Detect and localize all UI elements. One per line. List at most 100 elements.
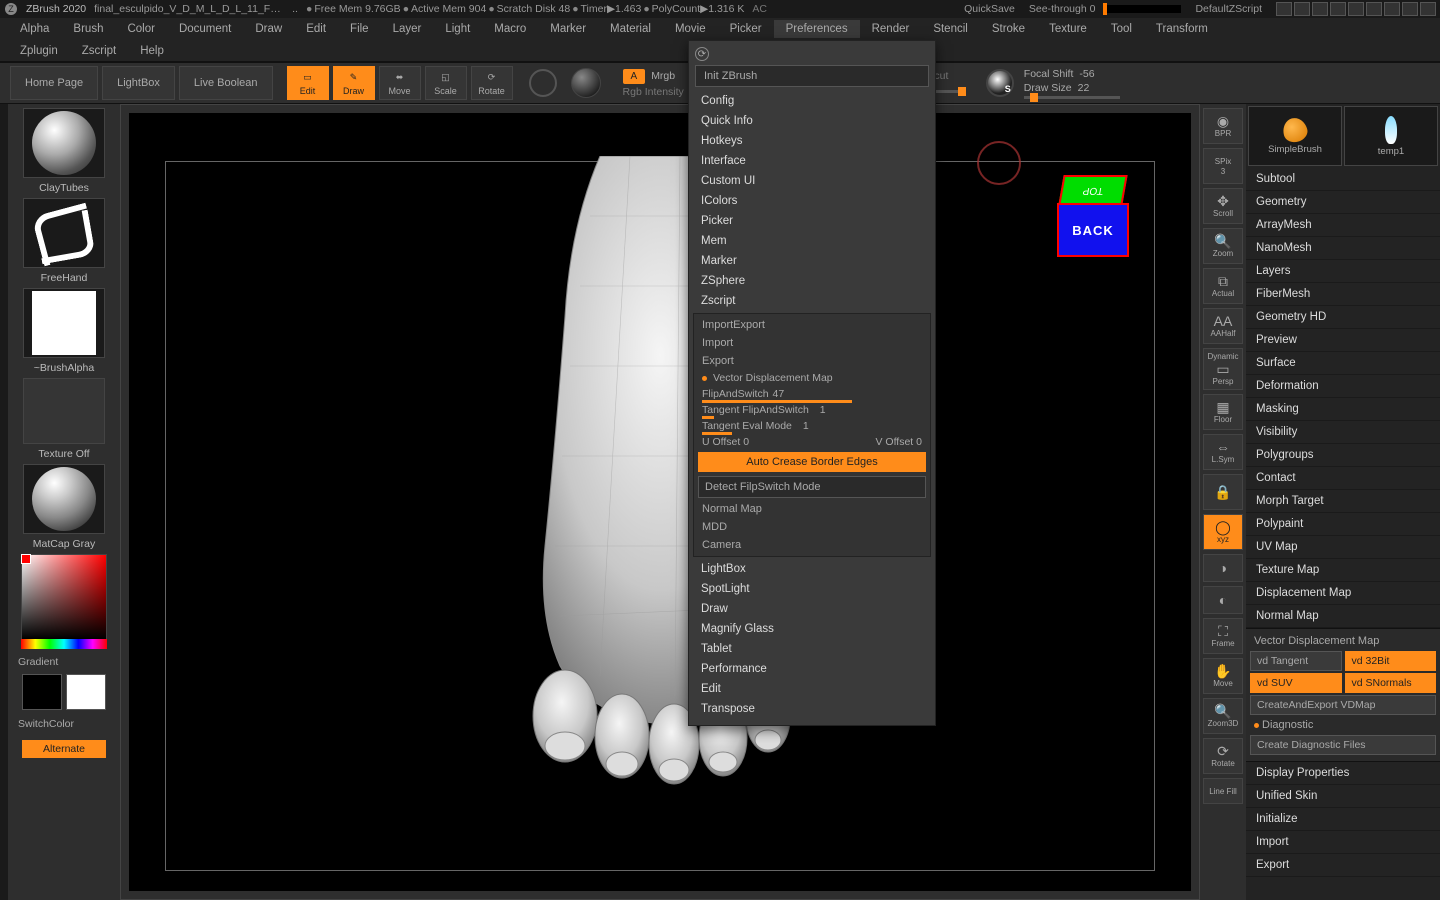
pref-interface[interactable]: Interface [695,151,929,171]
pref-hotkeys[interactable]: Hotkeys [695,131,929,151]
panel-subtool[interactable]: Subtool [1246,168,1440,191]
menu-edit[interactable]: Edit [294,20,338,38]
brush-swatch[interactable] [23,108,105,178]
vd-suv-toggle[interactable]: vd SUV [1250,673,1342,693]
panel-displacementmap[interactable]: Displacement Map [1246,582,1440,605]
menu-alpha[interactable]: Alpha [8,20,61,38]
menu-file[interactable]: File [338,20,381,38]
pref-zscript[interactable]: Zscript [695,291,929,311]
pref-spotlight[interactable]: SpotLight [695,579,929,599]
persp-button[interactable]: Dynamic▭Persp [1203,348,1243,390]
lock-button[interactable]: 🔒 [1203,474,1243,510]
pref-performance[interactable]: Performance [695,659,929,679]
panel-uvmap[interactable]: UV Map [1246,536,1440,559]
home-page-button[interactable]: Home Page [10,66,98,100]
pref-lightbox[interactable]: LightBox [695,559,929,579]
menu-movie[interactable]: Movie [663,20,718,38]
pref-zsphere[interactable]: ZSphere [695,271,929,291]
menu-icon[interactable] [1366,2,1382,16]
init-zbrush-button[interactable]: Init ZBrush [695,65,929,87]
gizmo-toggle-icon[interactable] [529,69,557,97]
quicksave-button[interactable]: QuickSave [964,3,1015,15]
rotate-view-button[interactable]: ⟳Rotate [1203,738,1243,774]
axis-orientation-cube[interactable]: TOP BACK [1055,175,1135,265]
actual-button[interactable]: ⧉Actual [1203,268,1243,304]
mrgb-label[interactable]: Mrgb [651,70,675,82]
move-mode-button[interactable]: ⬌Move [379,66,421,100]
panel-normalmap[interactable]: Normal Map [1246,605,1440,628]
panel-geometryhd[interactable]: Geometry HD [1246,306,1440,329]
minimize-icon[interactable] [1384,2,1400,16]
viewport[interactable]: TOP BACK [120,104,1200,900]
panel-layers[interactable]: Layers [1246,260,1440,283]
a-mode-pill[interactable]: A [623,69,646,84]
menu-material[interactable]: Material [598,20,663,38]
menu-help[interactable]: Help [128,42,176,60]
tool-slot-temp1[interactable]: temp1 [1344,106,1438,166]
panel-polygroups[interactable]: Polygroups [1246,444,1440,467]
layout-icon[interactable] [1330,2,1346,16]
menu-zscript[interactable]: Zscript [70,42,129,60]
transp-button[interactable]: ◐ [1203,586,1243,614]
layout-icon[interactable] [1348,2,1364,16]
vd-snormals-toggle[interactable]: vd SNormals [1345,673,1437,693]
default-zscript-button[interactable]: DefaultZScript [1195,3,1262,15]
texture-swatch[interactable] [23,378,105,444]
panel-surface[interactable]: Surface [1246,352,1440,375]
bpr-button[interactable]: ◉BPR [1203,108,1243,144]
see-through-track[interactable] [1103,5,1181,13]
panel-unifiedskin[interactable]: Unified Skin [1246,785,1440,808]
menu-document[interactable]: Document [167,20,243,38]
menu-macro[interactable]: Macro [482,20,538,38]
draw-size-slider[interactable] [1024,96,1120,99]
panel-preview[interactable]: Preview [1246,329,1440,352]
tool-slot-simplebrush[interactable]: SimpleBrush [1248,106,1342,166]
flip-and-switch-slider[interactable]: FlipAndSwitch47 [696,386,928,402]
rotate-mode-button[interactable]: ⟳Rotate [471,66,513,100]
menu-stroke[interactable]: Stroke [980,20,1037,38]
tangent-eval-mode-slider[interactable]: Tangent Eval Mode 1 [696,418,928,434]
pref-quickinfo[interactable]: Quick Info [695,111,929,131]
menu-color[interactable]: Color [115,20,166,38]
detect-flipswitch-mode-button[interactable]: Detect FilpSwitch Mode [698,476,926,498]
primary-color-swatch[interactable] [66,674,106,710]
switch-color-button[interactable]: SwitchColor [18,718,110,730]
menu-light[interactable]: Light [433,20,482,38]
local-sym-button[interactable]: ⇔L.Sym [1203,434,1243,470]
pref-mdd[interactable]: MDD [696,518,928,536]
menu-picker[interactable]: Picker [718,20,774,38]
canvas[interactable]: TOP BACK [129,113,1191,891]
pref-importexport-header[interactable]: ImportExport [696,316,928,334]
menu-marker[interactable]: Marker [538,20,598,38]
secondary-color-swatch[interactable] [22,674,62,710]
panel-polypaint[interactable]: Polypaint [1246,513,1440,536]
vd-tangent-toggle[interactable]: vd Tangent [1250,651,1342,671]
stroke-swatch[interactable] [23,198,105,268]
pref-vdm-header[interactable]: Vector Displacement Map [713,372,833,384]
material-swatch[interactable] [23,464,105,534]
close-icon[interactable] [1420,2,1436,16]
panel-fibermesh[interactable]: FiberMesh [1246,283,1440,306]
scale-mode-button[interactable]: ◱Scale [425,66,467,100]
xyz-button[interactable]: ◯xyz [1203,514,1243,550]
line-fill-button[interactable]: Line Fill [1203,778,1243,804]
menu-draw[interactable]: Draw [243,20,294,38]
tangent-flip-switch-slider[interactable]: Tangent FlipAndSwitch 1 [696,402,928,418]
u-offset-slider[interactable]: U Offset 0 [702,436,749,448]
vd-32bit-toggle[interactable]: vd 32Bit [1345,651,1437,671]
aahalf-button[interactable]: AAAAHalf [1203,308,1243,344]
menu-zplugin[interactable]: Zplugin [8,42,70,60]
polyframe-button[interactable]: ◑ [1203,554,1243,582]
color-picker[interactable] [21,554,107,640]
pref-import[interactable]: Import [696,334,928,352]
v-offset-slider[interactable]: V Offset 0 [875,436,922,448]
diagnostic-header[interactable]: Diagnostic [1262,719,1313,731]
sculptris-toggle-icon[interactable] [571,68,601,98]
gradient-label[interactable]: Gradient [18,656,116,668]
alternate-button[interactable]: Alternate [22,740,106,758]
see-through-slider[interactable]: See-through 0 [1029,3,1182,15]
panel-morphtarget[interactable]: Morph Target [1246,490,1440,513]
panel-displayproperties[interactable]: Display Properties [1246,762,1440,785]
panel-nanomesh[interactable]: NanoMesh [1246,237,1440,260]
zoom-button[interactable]: 🔍Zoom [1203,228,1243,264]
